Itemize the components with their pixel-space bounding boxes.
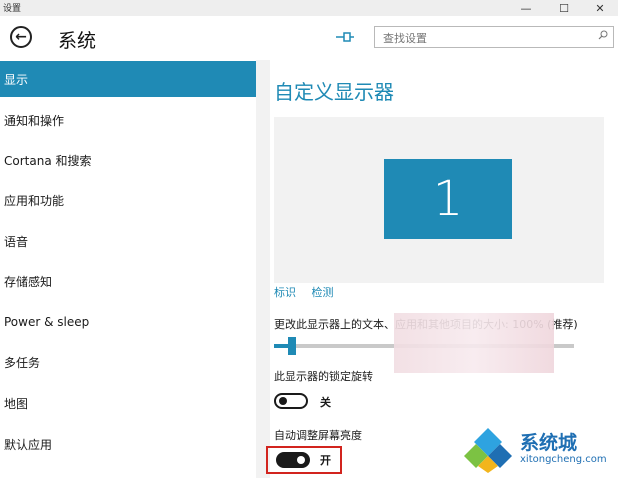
sidebar-item-label: 默认应用	[4, 437, 53, 452]
search-icon[interactable]	[598, 30, 608, 40]
sidebar: 显示 通知和操作 Cortana 和搜索 应用和功能 语音 存储感知 Power…	[0, 60, 256, 478]
sidebar-item-label: 通知和操作	[4, 113, 65, 128]
sidebar-item-power[interactable]: Power & sleep	[0, 304, 256, 340]
sidebar-item-notifications[interactable]: 通知和操作	[0, 102, 256, 138]
sidebar-item-cortana[interactable]: Cortana 和搜索	[0, 142, 256, 178]
watermark-logo-icon	[464, 428, 512, 473]
main-content: 自定义显示器 1 标识 检测 更改此显示器上的文本、应用和其他项目的大小: 10…	[270, 60, 618, 478]
monitor-number: 1	[432, 171, 464, 227]
close-icon[interactable]: ✕	[582, 0, 618, 16]
display-links: 标识 检测	[274, 284, 346, 300]
scale-slider-thumb[interactable]	[288, 337, 296, 355]
search-box[interactable]	[374, 26, 614, 48]
watermark: 系统城 xitongcheng.com	[462, 426, 614, 476]
sidebar-item-storage[interactable]: 存储感知	[0, 263, 256, 299]
maximize-icon[interactable]: ☐	[546, 0, 582, 16]
rotation-lock-label: 此显示器的锁定旋转	[274, 370, 373, 383]
sidebar-item-apps[interactable]: 应用和功能	[0, 182, 256, 218]
monitor-tile[interactable]: 1	[384, 159, 512, 239]
sidebar-item-multitasking[interactable]: 多任务	[0, 344, 256, 380]
blurred-region	[394, 313, 554, 373]
minimize-icon[interactable]: —	[508, 0, 544, 16]
watermark-text: 系统城	[520, 432, 578, 454]
sidebar-item-label: 存储感知	[4, 274, 53, 289]
sidebar-item-label: 多任务	[4, 355, 41, 370]
rotation-lock-state: 关	[320, 396, 331, 409]
divider	[256, 60, 270, 478]
sidebar-item-default-apps[interactable]: 默认应用	[0, 426, 256, 462]
search-input[interactable]	[381, 29, 590, 47]
header: ← 系统	[0, 16, 618, 60]
page-title: 系统	[58, 30, 97, 52]
back-arrow-icon: ←	[15, 28, 27, 45]
highlight-box	[266, 446, 342, 474]
window-title: 设置	[3, 4, 22, 14]
identify-link[interactable]: 标识	[274, 286, 296, 299]
sidebar-item-label: Power & sleep	[4, 315, 90, 329]
sidebar-item-label: Cortana 和搜索	[4, 153, 92, 168]
display-arrangement-area: 1	[274, 117, 604, 283]
watermark-url: xitongcheng.com	[520, 454, 607, 465]
sidebar-item-label: 应用和功能	[4, 193, 65, 208]
sidebar-item-display[interactable]: 显示	[0, 61, 256, 97]
title-bar: 设置 — ☐ ✕	[0, 0, 618, 16]
rotation-lock-toggle[interactable]	[274, 393, 308, 409]
auto-brightness-label: 自动调整屏幕亮度	[274, 429, 362, 442]
sidebar-item-label: 地图	[4, 396, 29, 411]
scale-slider-fill	[274, 344, 288, 348]
detect-link[interactable]: 检测	[312, 286, 334, 299]
toggle-knob	[279, 397, 287, 405]
back-button[interactable]: ←	[10, 26, 32, 48]
sidebar-item-maps[interactable]: 地图	[0, 385, 256, 421]
sidebar-item-speech[interactable]: 语音	[0, 223, 256, 259]
section-title: 自定义显示器	[274, 80, 394, 104]
sidebar-item-label: 显示	[4, 72, 29, 87]
pin-icon[interactable]	[335, 30, 355, 46]
sidebar-item-label: 语音	[4, 234, 29, 249]
